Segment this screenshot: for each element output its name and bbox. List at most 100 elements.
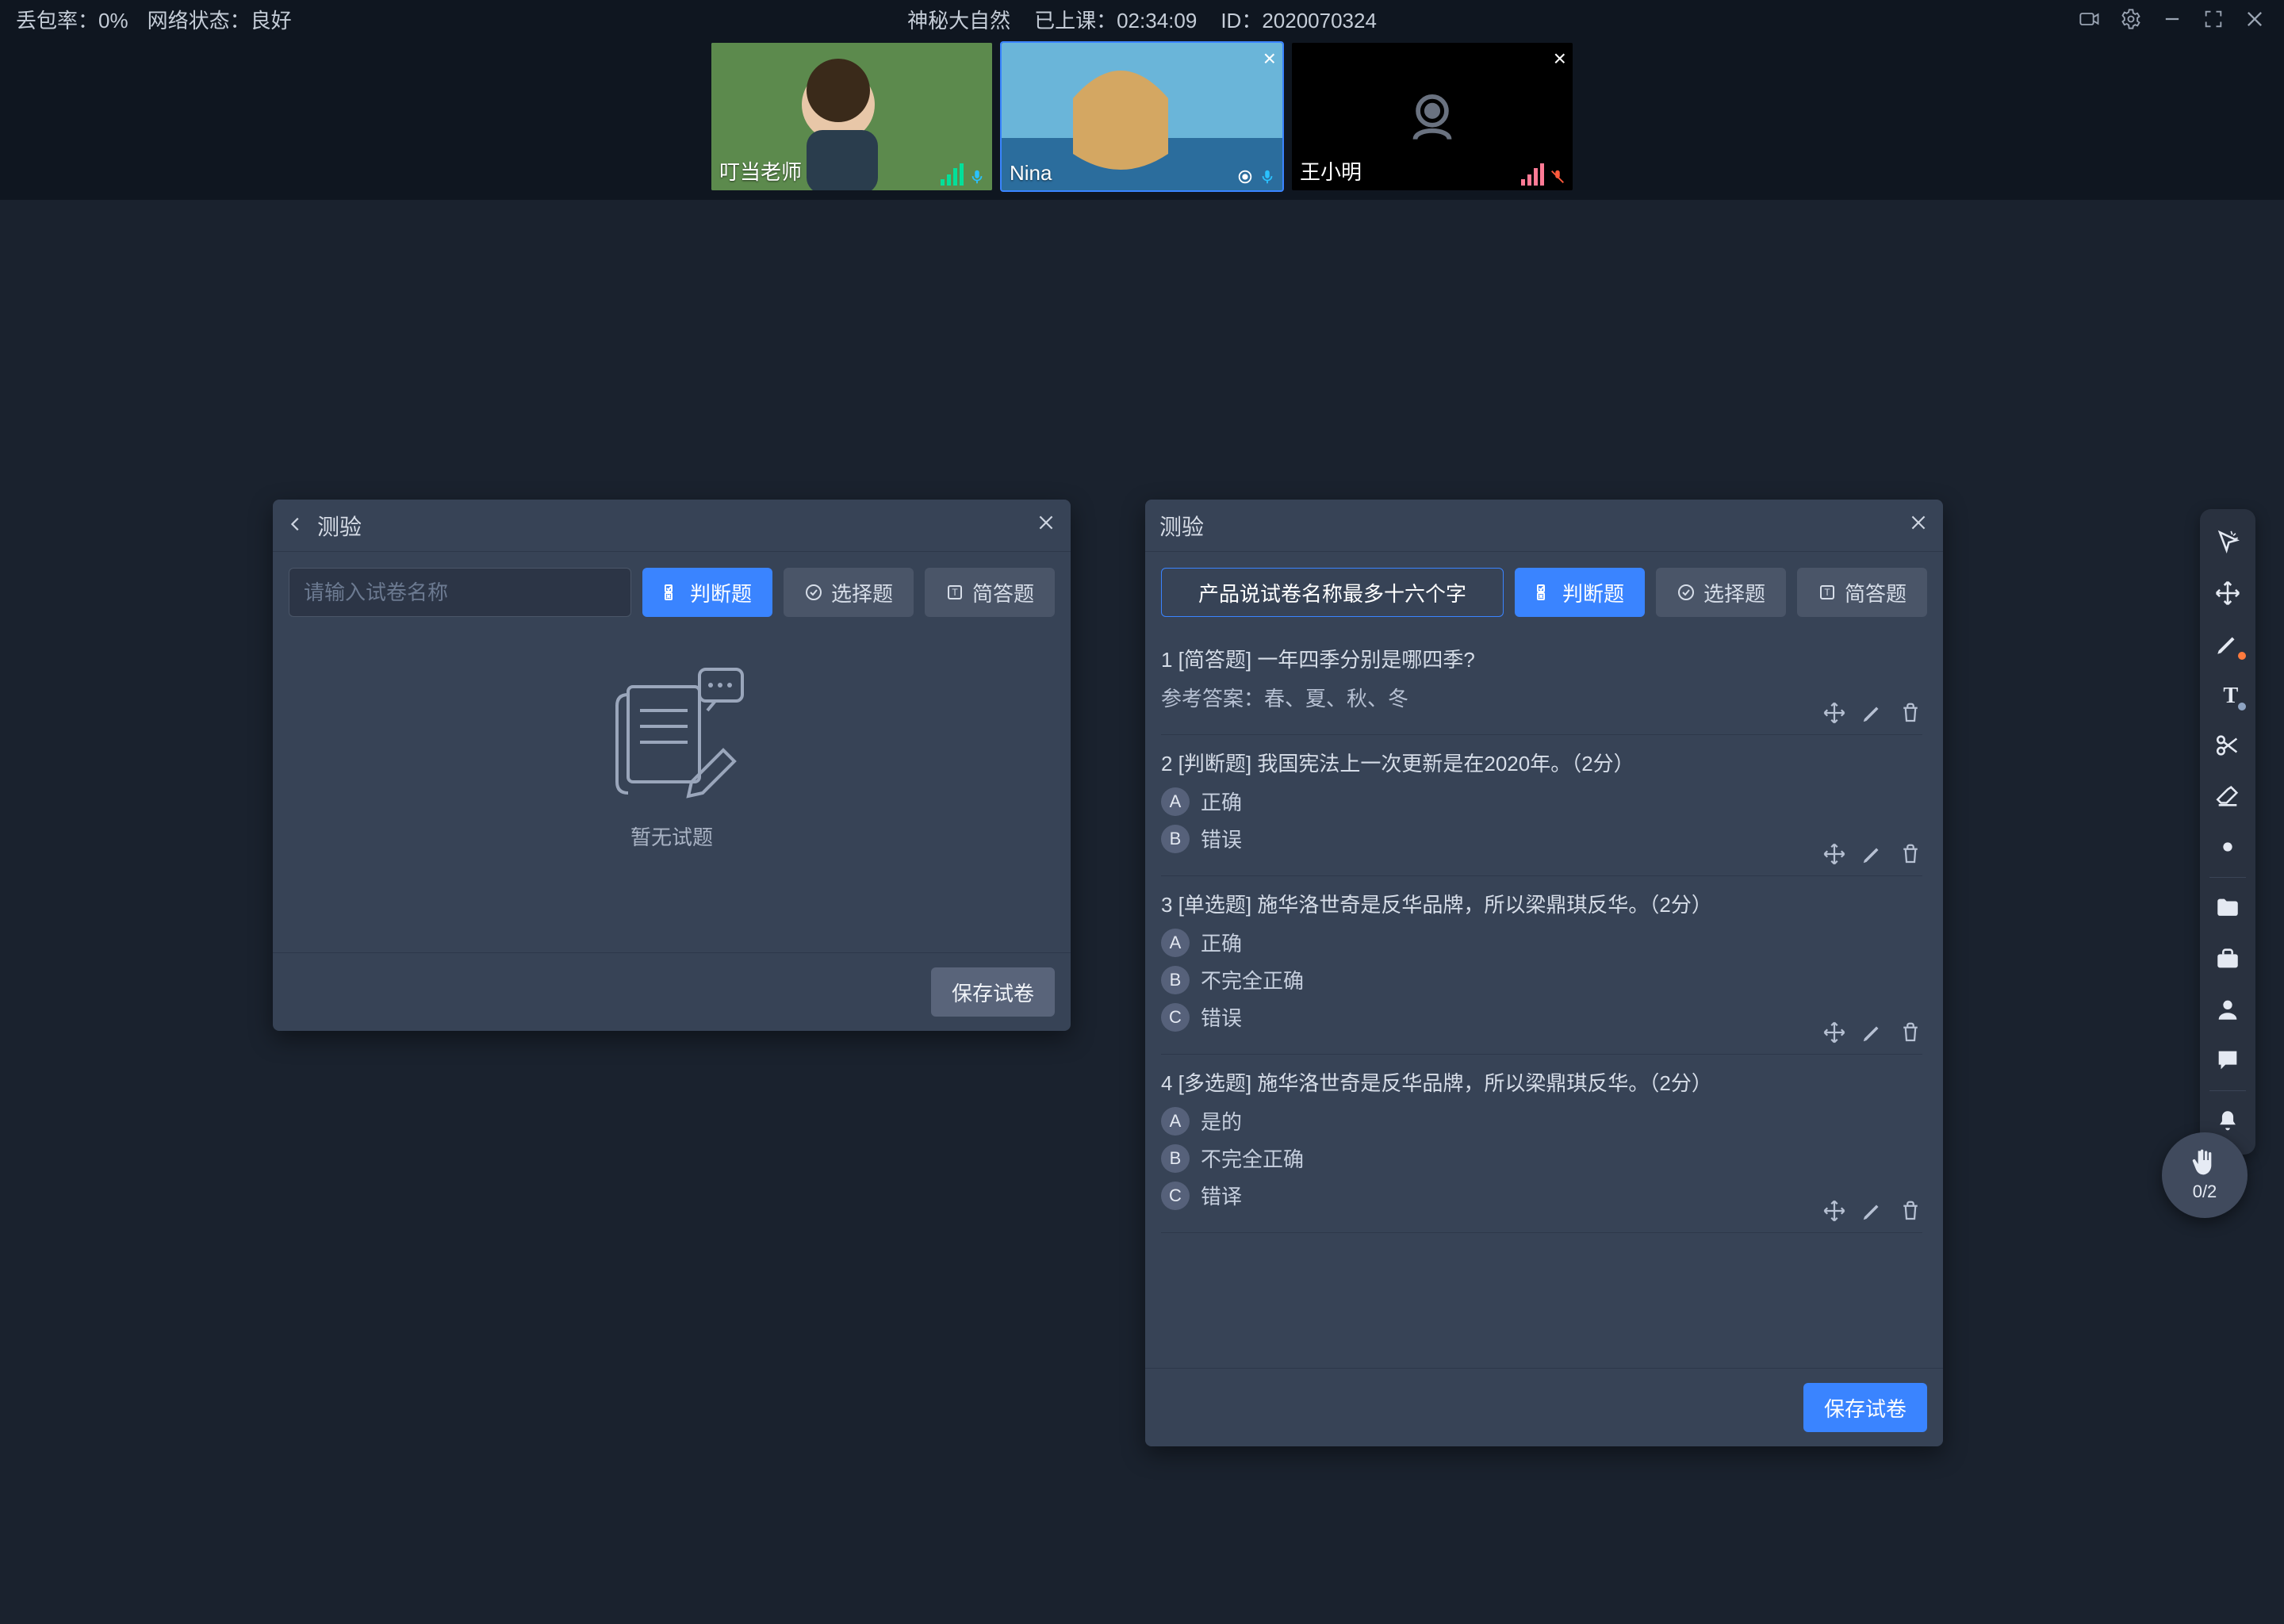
mic-on-icon bbox=[968, 168, 986, 186]
quiz-name-input[interactable] bbox=[289, 568, 631, 617]
add-choice-button[interactable]: 选择题 bbox=[784, 568, 914, 617]
add-judge-button[interactable]: 判断题 bbox=[1515, 568, 1645, 617]
panel-header: 测验 bbox=[273, 500, 1071, 552]
course-title: 神秘大自然 bbox=[907, 5, 1010, 34]
question-option[interactable]: B 不完全正确 bbox=[1161, 1143, 1922, 1173]
btn-label: 判断题 bbox=[1562, 578, 1624, 607]
move-tool[interactable] bbox=[2200, 568, 2255, 619]
text-tool[interactable]: T bbox=[2200, 669, 2255, 720]
btn-label: 简答题 bbox=[1845, 578, 1907, 607]
participant-name: 王小明 bbox=[1300, 156, 1362, 186]
scissors-tool[interactable] bbox=[2200, 720, 2255, 771]
add-judge-button[interactable]: 判断题 bbox=[642, 568, 772, 617]
option-text: 错误 bbox=[1201, 824, 1242, 853]
move-question-icon[interactable] bbox=[1822, 1021, 1846, 1044]
option-text: 不完全正确 bbox=[1201, 965, 1304, 994]
right-toolbar: T bbox=[2200, 509, 2255, 1155]
chat-tool[interactable] bbox=[2200, 1035, 2255, 1086]
delete-question-icon[interactable] bbox=[1899, 1199, 1922, 1223]
cursor-tool[interactable] bbox=[2200, 517, 2255, 568]
question-list[interactable]: 1 [简答题] 一年四季分别是哪四季? 参考答案：春、夏、秋、冬 2 [判断题] … bbox=[1161, 631, 1927, 1368]
save-quiz-button[interactable]: 保存试卷 bbox=[1803, 1383, 1927, 1432]
tile-close-icon[interactable]: × bbox=[1263, 46, 1276, 71]
close-icon[interactable] bbox=[2241, 6, 2268, 33]
add-short-button[interactable]: T 简答题 bbox=[925, 568, 1055, 617]
delete-question-icon[interactable] bbox=[1899, 1021, 1922, 1044]
add-short-button[interactable]: T 简答题 bbox=[1797, 568, 1927, 617]
pen-tool[interactable] bbox=[2200, 619, 2255, 669]
option-text: 错译 bbox=[1201, 1181, 1242, 1210]
question-option[interactable]: B 不完全正确 bbox=[1161, 965, 1922, 994]
question-item: 1 [简答题] 一年四季分别是哪四季? 参考答案：春、夏、秋、冬 bbox=[1161, 631, 1922, 735]
question-option[interactable]: C错误 bbox=[1161, 1002, 1922, 1032]
participant-tile-off[interactable]: × 王小明 bbox=[1292, 43, 1573, 190]
titlebar-center: 神秘大自然 已上课：02:34:09 ID：2020070324 bbox=[907, 5, 1377, 34]
panel-title: 测验 bbox=[317, 510, 362, 542]
edit-question-icon[interactable] bbox=[1861, 1021, 1884, 1044]
fullscreen-icon[interactable] bbox=[2200, 6, 2227, 33]
save-quiz-button[interactable]: 保存试卷 bbox=[931, 967, 1055, 1017]
edit-question-icon[interactable] bbox=[1861, 1199, 1884, 1223]
move-question-icon[interactable] bbox=[1822, 842, 1846, 866]
toolbox-tool[interactable] bbox=[2200, 933, 2255, 984]
minimize-icon[interactable] bbox=[2159, 6, 2186, 33]
delete-question-icon[interactable] bbox=[1899, 842, 1922, 866]
quiz-name-field[interactable]: 产品说试卷名称最多十六个字 bbox=[1161, 568, 1504, 617]
eraser-tool[interactable] bbox=[2200, 771, 2255, 822]
panel-close-icon[interactable] bbox=[1036, 512, 1056, 538]
panel-header: 测验 bbox=[1145, 500, 1943, 552]
input-value: 产品说试卷名称最多十六个字 bbox=[1198, 578, 1466, 607]
question-title: 1 [简答题] 一年四季分别是哪四季? bbox=[1161, 644, 1922, 673]
panel-title: 测验 bbox=[1159, 510, 1204, 542]
question-reference: 参考答案：春、夏、秋、冬 bbox=[1161, 683, 1922, 712]
users-tool[interactable] bbox=[2200, 984, 2255, 1035]
option-key-badge: B bbox=[1161, 966, 1190, 994]
choice-icon bbox=[804, 583, 823, 602]
btn-label: 选择题 bbox=[1703, 578, 1765, 607]
move-question-icon[interactable] bbox=[1822, 1199, 1846, 1223]
question-item: 2 [判断题] 我国宪法上一次更新是在2020年。（2分） A正确 B错误 bbox=[1161, 735, 1922, 876]
delete-question-icon[interactable] bbox=[1899, 701, 1922, 725]
laser-tool[interactable] bbox=[2200, 822, 2255, 872]
toolbar-separator bbox=[2209, 877, 2246, 878]
btn-label: 简答题 bbox=[972, 578, 1034, 607]
tile-close-icon[interactable]: × bbox=[1554, 46, 1566, 71]
option-key-badge: B bbox=[1161, 1144, 1190, 1173]
option-text: 不完全正确 bbox=[1201, 1143, 1304, 1173]
question-option[interactable]: C错译 bbox=[1161, 1181, 1922, 1210]
question-item: 3 [单选题] 施华洛世奇是反华品牌，所以梁鼎琪反华。（2分） A正确 B 不完全正确… bbox=[1161, 876, 1922, 1055]
question-option[interactable]: A正确 bbox=[1161, 787, 1922, 816]
question-option[interactable]: A正确 bbox=[1161, 928, 1922, 957]
question-title: 3 [单选题] 施华洛世奇是反华品牌，所以梁鼎琪反华。（2分） bbox=[1161, 889, 1922, 918]
move-question-icon[interactable] bbox=[1822, 701, 1846, 725]
edit-question-icon[interactable] bbox=[1861, 842, 1884, 866]
participant-tile-teacher[interactable]: 叮当老师 bbox=[711, 43, 992, 190]
quiz-panel-list: 测验 产品说试卷名称最多十六个字 判断题 选择题 T bbox=[1145, 500, 1943, 1446]
titlebar: 丢包率：0% 网络状态：良好 神秘大自然 已上课：02:34:09 ID：202… bbox=[0, 0, 2284, 38]
mic-on-icon bbox=[1259, 168, 1276, 186]
folder-tool[interactable] bbox=[2200, 883, 2255, 933]
participant-name: Nina bbox=[1010, 161, 1052, 186]
panel-footer: 保存试卷 bbox=[1145, 1368, 1943, 1446]
empty-state: 暂无试题 bbox=[289, 631, 1055, 936]
question-option[interactable]: A是的 bbox=[1161, 1106, 1922, 1136]
record-toggle-icon[interactable] bbox=[2076, 6, 2103, 33]
question-title: 2 [判断题] 我国宪法上一次更新是在2020年。（2分） bbox=[1161, 748, 1922, 777]
target-icon bbox=[1236, 168, 1254, 186]
hand-count: 0/2 bbox=[2193, 1182, 2217, 1202]
signal-icon bbox=[941, 163, 964, 186]
raise-hand-button[interactable]: 0/2 bbox=[2162, 1132, 2248, 1218]
settings-icon[interactable] bbox=[2117, 6, 2144, 33]
svg-text:T: T bbox=[952, 587, 958, 598]
edit-question-icon[interactable] bbox=[1861, 701, 1884, 725]
packet-loss-label: 丢包率：0% bbox=[16, 5, 128, 34]
network-status-label: 网络状态：良好 bbox=[148, 5, 292, 34]
titlebar-left: 丢包率：0% 网络状态：良好 bbox=[16, 5, 292, 34]
mic-off-icon bbox=[1549, 168, 1566, 186]
camera-off-icon bbox=[1398, 82, 1466, 151]
add-choice-button[interactable]: 选择题 bbox=[1656, 568, 1786, 617]
panel-close-icon[interactable] bbox=[1908, 512, 1929, 538]
participant-tile-nina[interactable]: × Nina bbox=[1002, 43, 1282, 190]
question-option[interactable]: B错误 bbox=[1161, 824, 1922, 853]
back-icon[interactable] bbox=[287, 513, 305, 538]
